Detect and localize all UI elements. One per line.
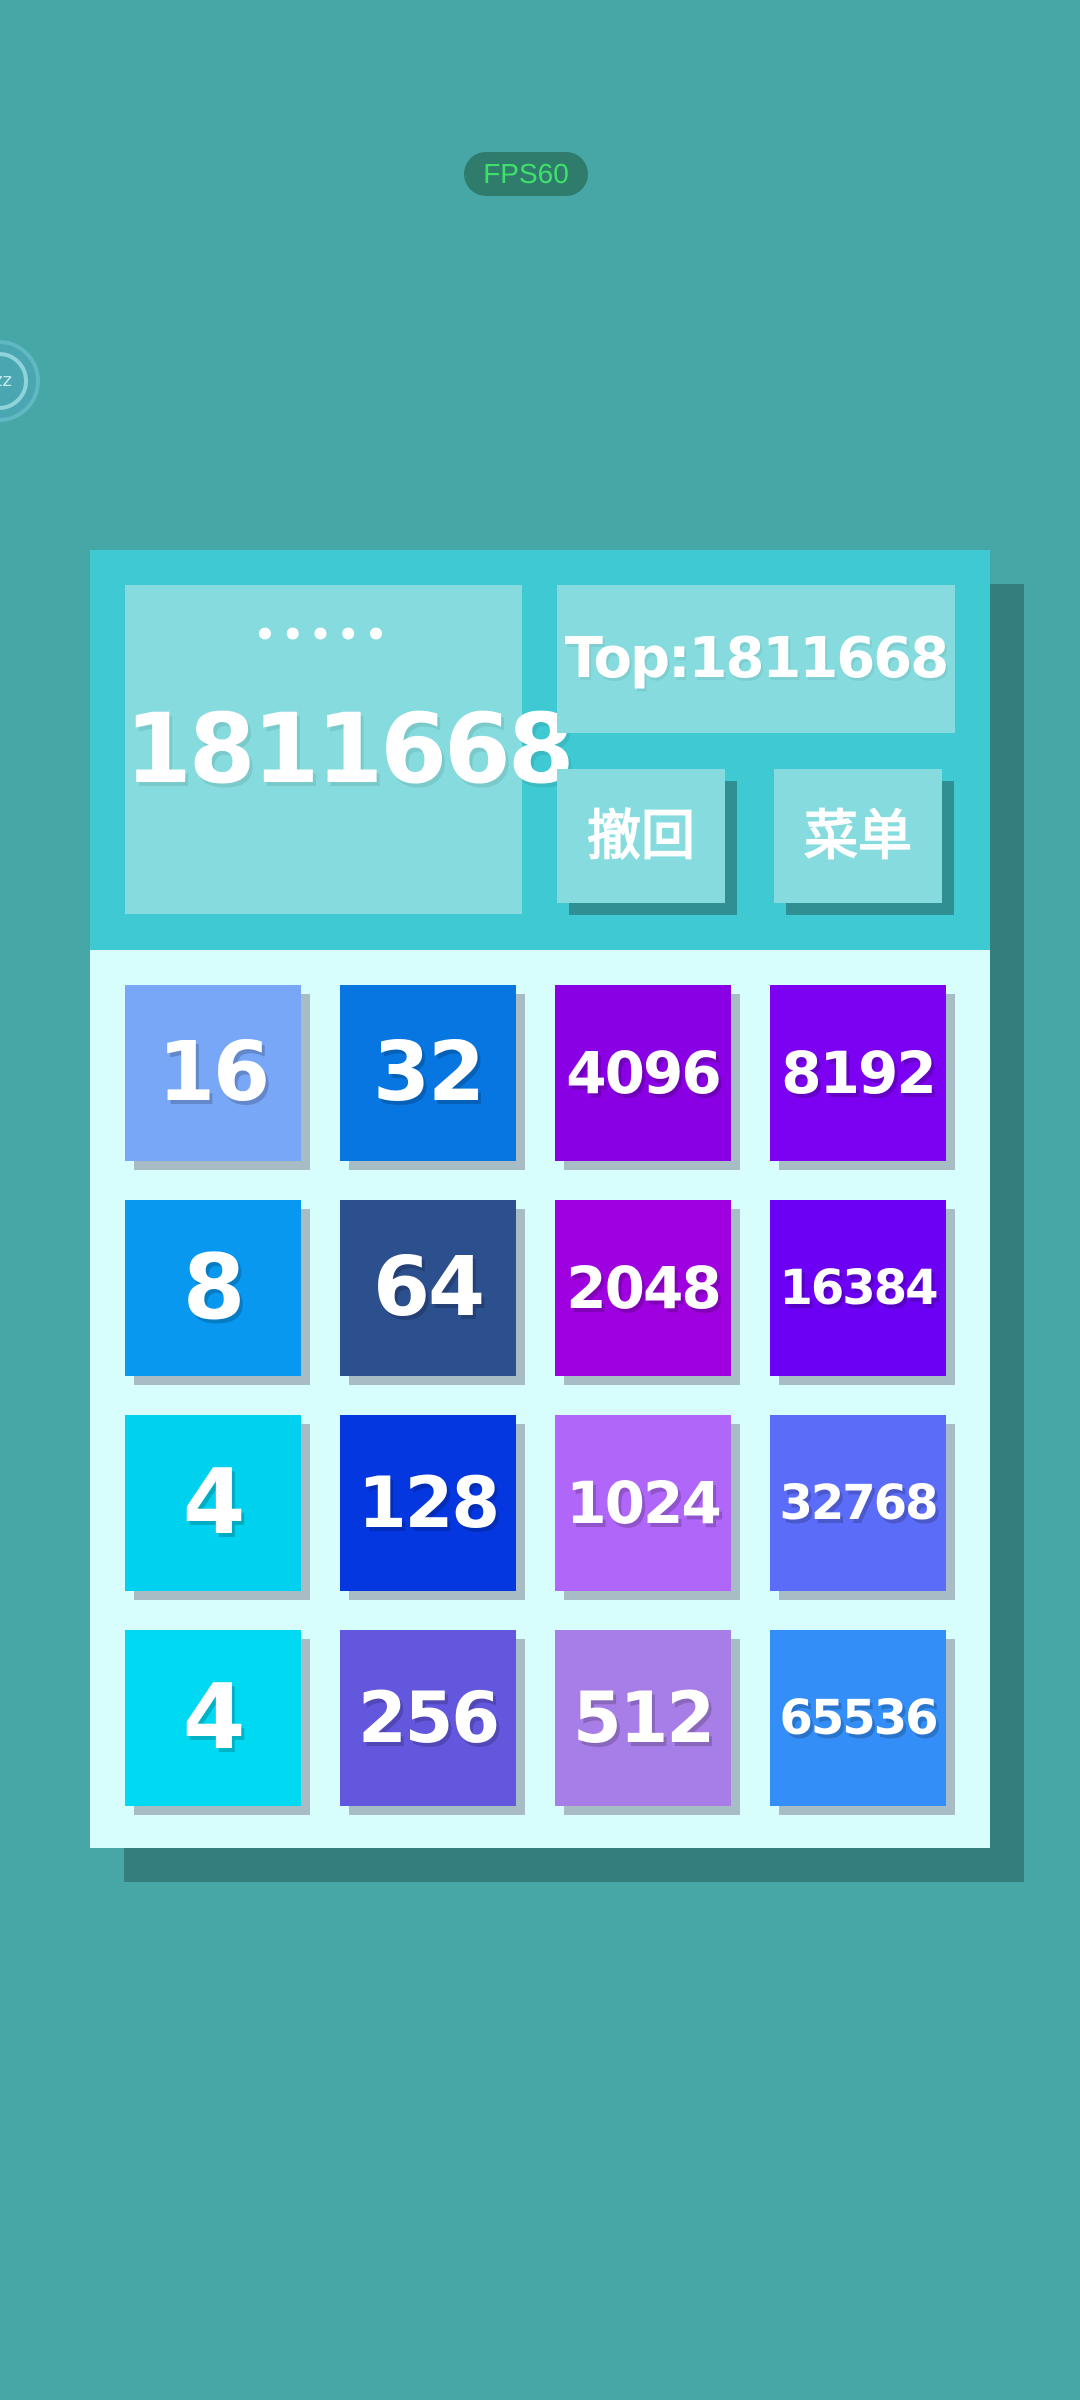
- tile: 1024: [555, 1415, 731, 1591]
- current-score: 1811668: [125, 693, 575, 805]
- tile: 4: [125, 1630, 301, 1806]
- tile: 32: [340, 985, 516, 1161]
- tile: 2048: [555, 1200, 731, 1376]
- tile: 32768: [770, 1415, 946, 1591]
- game-board: ••••• 1811668 Top:1811668 撤回 菜单 16 32 4096…: [90, 550, 990, 1848]
- top-score: Top:1811668: [557, 585, 955, 733]
- tile: 16384: [770, 1200, 946, 1376]
- tile: 4: [125, 1415, 301, 1591]
- tile: 128: [340, 1415, 516, 1591]
- tile: 8192: [770, 985, 946, 1161]
- tile: 512: [555, 1630, 731, 1806]
- tile: 16: [125, 985, 301, 1161]
- undo-button[interactable]: 撤回: [557, 769, 725, 903]
- floating-assistant-button[interactable]: zz: [0, 340, 40, 422]
- tile: 64: [340, 1200, 516, 1376]
- current-score-box: ••••• 1811668: [125, 585, 575, 914]
- tile-grid[interactable]: 16 32 4096 8192 8 64 2048 16384 4 128 1024 32768 4 25…: [90, 950, 990, 1848]
- tile: 65536: [770, 1630, 946, 1806]
- tile: 4096: [555, 985, 731, 1161]
- menu-button[interactable]: 菜单: [774, 769, 942, 903]
- score-header: ••••• 1811668 Top:1811668 撤回 菜单: [90, 550, 990, 950]
- tile: 256: [340, 1630, 516, 1806]
- score-dots: •••••: [254, 615, 393, 655]
- tile: 8: [125, 1200, 301, 1376]
- sleep-icon: zz: [0, 352, 28, 410]
- fps-counter: FPS60: [464, 152, 588, 196]
